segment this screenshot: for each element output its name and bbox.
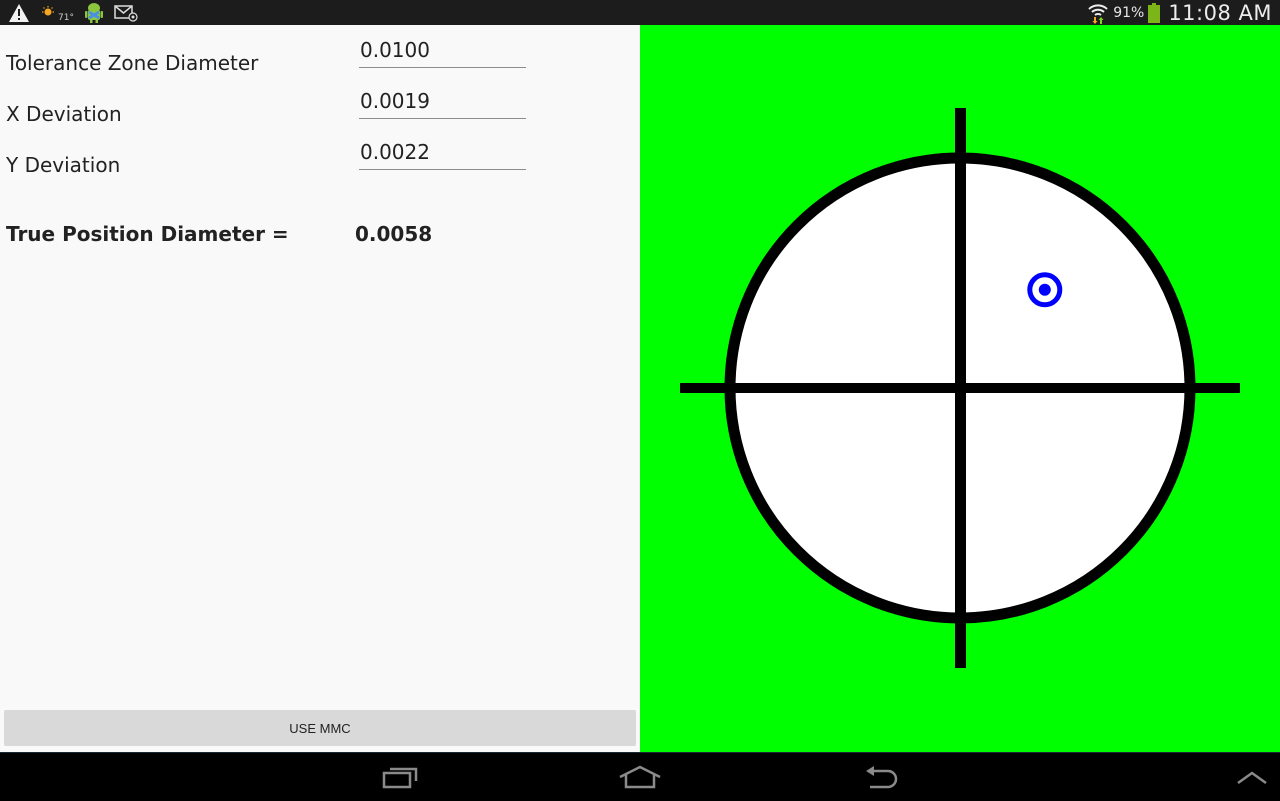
home-icon <box>619 765 661 789</box>
system-icons: 91% 11:08 AM <box>1087 0 1272 25</box>
true-position-value: 0.0058 <box>355 222 433 246</box>
android-debug-icon <box>84 2 104 24</box>
x-deviation-label: X Deviation <box>6 102 122 126</box>
back-button[interactable] <box>842 753 922 801</box>
battery-percent: 91% <box>1113 4 1145 21</box>
back-icon <box>866 766 898 789</box>
y-deviation-input[interactable] <box>359 134 526 170</box>
true-position-label: True Position Diameter = <box>6 222 289 246</box>
weather-sun-icon <box>40 2 56 24</box>
notification-icons: 71° <box>8 0 138 25</box>
x-deviation-input[interactable] <box>359 83 526 119</box>
navigation-bar <box>0 752 1280 800</box>
x-deviation-row: X Deviation <box>0 83 640 140</box>
clock: 11:08 AM <box>1168 0 1272 25</box>
wifi-icon <box>1087 2 1109 24</box>
warning-icon <box>8 2 30 24</box>
tolerance-zone-row: Tolerance Zone Diameter <box>0 32 640 89</box>
input-panel: Tolerance Zone Diameter X Deviation Y De… <box>0 25 640 752</box>
y-deviation-row: Y Deviation <box>0 134 640 191</box>
battery-icon <box>1148 2 1161 24</box>
use-mmc-button[interactable]: USE MMC <box>4 710 636 746</box>
recent-apps-icon <box>382 767 418 789</box>
recent-apps-button[interactable] <box>360 753 440 801</box>
status-bar: 71° 91% 11:08 AM <box>0 0 1280 25</box>
actual-position-marker-dot <box>1038 283 1051 296</box>
position-plot-svg <box>680 108 1240 668</box>
horizontal-crosshair <box>680 383 1240 393</box>
menu-up-button[interactable] <box>1212 753 1280 801</box>
home-button[interactable] <box>600 753 680 801</box>
chevron-up-icon <box>1237 771 1267 785</box>
tolerance-zone-label: Tolerance Zone Diameter <box>6 51 259 75</box>
y-deviation-label: Y Deviation <box>6 153 121 177</box>
email-sync-icon <box>114 2 138 24</box>
tolerance-zone-input[interactable] <box>359 32 526 68</box>
position-plot-canvas <box>640 25 1280 752</box>
temperature-text: 71° <box>58 12 74 23</box>
